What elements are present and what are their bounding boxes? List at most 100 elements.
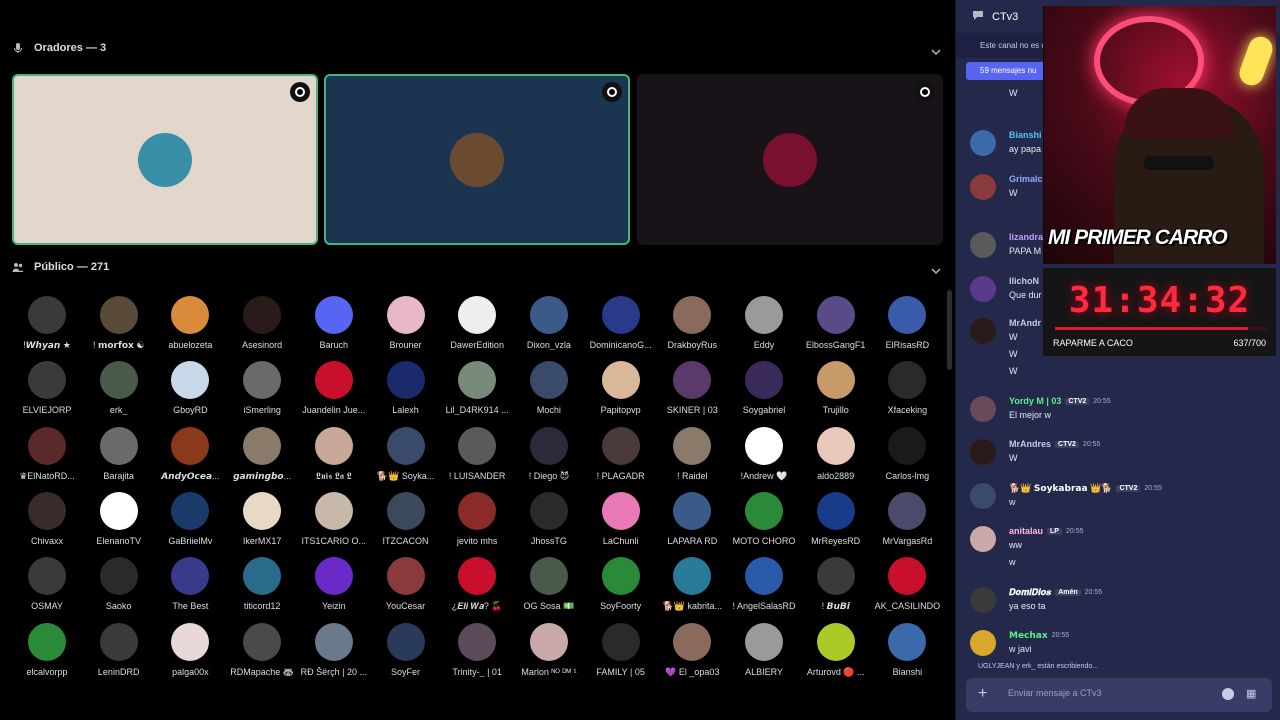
audience-member[interactable]: ! Diego 😈: [513, 426, 585, 482]
audience-member[interactable]: ElenanoTV: [83, 491, 155, 546]
audience-member[interactable]: GboyRD: [154, 361, 226, 415]
audience-member[interactable]: ! Raidel: [656, 426, 728, 481]
audience-member[interactable]: GaBriielMv: [154, 491, 226, 546]
message-author[interactable]: llichoN: [1009, 276, 1039, 286]
audience-member[interactable]: !Andrew 🤍: [728, 426, 800, 482]
audience-member[interactable]: erk_: [83, 361, 155, 415]
audience-member[interactable]: Arturovd 🔴 ...: [800, 622, 872, 678]
message-author[interactable]: lizandra: [1009, 232, 1043, 242]
audience-member[interactable]: aldo2889: [800, 426, 872, 481]
message-author[interactable]: anitalau: [1009, 526, 1043, 536]
audience-member[interactable]: titicord12: [226, 557, 298, 611]
audience-member[interactable]: Bianshi: [871, 622, 943, 677]
audience-member[interactable]: LaChunli: [585, 491, 657, 546]
audience-member[interactable]: Barajita: [83, 426, 155, 481]
audience-member[interactable]: Chivaxx: [11, 491, 83, 546]
plus-icon[interactable]: +: [978, 686, 994, 702]
message-author[interactable]: 𝑫𝒐𝒎𝒊𝑫𝒊𝒐𝒔: [1009, 587, 1051, 598]
speaker-tile[interactable]: [637, 74, 943, 245]
speakers-header[interactable]: Oradores — 3: [12, 42, 106, 54]
audience-member[interactable]: Saoko: [83, 557, 155, 611]
audience-member[interactable]: ! 𝘽𝙪𝘽𝙞: [800, 557, 872, 612]
avatar[interactable]: [970, 276, 996, 302]
avatar[interactable]: [970, 318, 996, 344]
audience-member[interactable]: FAMILY | 05: [585, 622, 657, 677]
speaker-tile[interactable]: [324, 74, 630, 245]
audience-member[interactable]: SoyFer: [370, 622, 442, 677]
message-input[interactable]: [1008, 688, 1208, 698]
audience-member[interactable]: ¿𝑬𝒍𝒊 𝑾𝒂? 🍒: [441, 557, 513, 612]
audience-member[interactable]: LAPARA RD: [656, 491, 728, 546]
audience-member[interactable]: ELVIEJORP: [11, 361, 83, 415]
audience-member[interactable]: ITS1CARIO O...: [298, 491, 370, 546]
audience-header[interactable]: Público — 271: [12, 261, 109, 273]
audience-member[interactable]: ElbossGangF1: [800, 296, 872, 350]
message-author[interactable]: Grimalc: [1009, 174, 1043, 184]
avatar[interactable]: [970, 483, 996, 509]
audience-member[interactable]: 🐕👑 Soyka...: [370, 426, 442, 482]
avatar[interactable]: [970, 630, 996, 656]
audience-member[interactable]: DawerEdition: [441, 296, 513, 350]
audience-member[interactable]: RDMapache 🦝: [226, 622, 298, 678]
message-author[interactable]: MrAndr: [1009, 318, 1041, 328]
audience-member[interactable]: 𝘼𝙣𝙙𝙮𝙊𝙘𝙚𝙖...: [154, 426, 226, 482]
apps-icon[interactable]: ▦: [1246, 688, 1258, 700]
audience-member[interactable]: Baruch: [298, 296, 370, 350]
message-author[interactable]: Yordy M | 03: [1009, 396, 1061, 406]
message-author[interactable]: 🐕👑 𝗦𝗼𝘆𝗸𝗮𝗯𝗿𝗮𝗮 👑🐕: [1009, 483, 1112, 494]
audience-member[interactable]: Xfaceking: [871, 361, 943, 415]
audience-member[interactable]: 💜 El _opa03: [656, 622, 728, 678]
audience-member[interactable]: palga00x: [154, 622, 226, 677]
audience-member[interactable]: Eddy: [728, 296, 800, 350]
audience-member[interactable]: MrVargasRd: [871, 491, 943, 546]
audience-member[interactable]: !𝙒𝙝𝙮𝙖𝙣 ★: [11, 296, 83, 351]
audience-member[interactable]: elcalvorpp: [11, 622, 83, 677]
avatar[interactable]: [970, 439, 996, 465]
audience-member[interactable]: Yeizin: [298, 557, 370, 611]
audience-member[interactable]: Asesinord: [226, 296, 298, 350]
message-author[interactable]: MrAndres: [1009, 439, 1051, 449]
audience-member[interactable]: Carlos-lmg: [871, 426, 943, 481]
avatar[interactable]: [970, 232, 996, 258]
audience-member[interactable]: LeninDRD: [83, 622, 155, 677]
audience-member[interactable]: DominicanoG...: [585, 296, 657, 350]
audience-member[interactable]: Lalexh: [370, 361, 442, 415]
audience-member[interactable]: RĐ Šërçh | 20 ...: [298, 622, 370, 677]
audience-member[interactable]: Brouner: [370, 296, 442, 350]
avatar[interactable]: [970, 587, 996, 613]
avatar[interactable]: [970, 174, 996, 200]
audience-member[interactable]: ! 𝗺𝗼𝗿𝗳𝗼𝘅 ☯: [83, 296, 155, 351]
audience-member[interactable]: YouCesar: [370, 557, 442, 611]
avatar[interactable]: [970, 396, 996, 422]
audience-member[interactable]: ALBIERY: [728, 622, 800, 677]
audience-member[interactable]: iSmerling: [226, 361, 298, 415]
audience-member[interactable]: AK_CASILINDO: [871, 557, 943, 611]
audience-member[interactable]: SoyFoorty: [585, 557, 657, 611]
audience-member[interactable]: ♛ElNatoRD...: [11, 426, 83, 482]
emoji-icon[interactable]: [1222, 688, 1234, 700]
audience-member[interactable]: Trinity-_ | 01: [441, 622, 513, 677]
audience-member[interactable]: IkerMX17: [226, 491, 298, 546]
chevron-down-icon[interactable]: [931, 44, 941, 56]
audience-member[interactable]: Soygabriel: [728, 361, 800, 415]
audience-member[interactable]: 🐕👑 kabrita...: [656, 557, 728, 612]
audience-member[interactable]: ! PLAGADR: [585, 426, 657, 481]
audience-member[interactable]: Lil_D4RK914 ...: [441, 361, 513, 415]
audience-member[interactable]: MOTO CHORO: [728, 491, 800, 546]
audience-member[interactable]: DrakboyRus: [656, 296, 728, 350]
message-author[interactable]: Bianshi: [1009, 130, 1042, 140]
audience-member[interactable]: Dixon_vzla: [513, 296, 585, 350]
audience-member[interactable]: 𝕷𝖚𝖎𝖘 𝕷𝖆 𝕷: [298, 426, 370, 482]
audience-member[interactable]: Marlon ᴺᴼ ᴰᴹ ¹: [513, 622, 585, 677]
audience-member[interactable]: abuelozeta: [154, 296, 226, 350]
speaker-tile[interactable]: [12, 74, 318, 245]
audience-member[interactable]: ! LUISANDER: [441, 426, 513, 481]
audience-member[interactable]: Juandelin Jue...: [298, 361, 370, 415]
audience-member[interactable]: Mochi: [513, 361, 585, 415]
audience-scrollbar[interactable]: [947, 290, 952, 370]
audience-member[interactable]: Trujillo: [800, 361, 872, 415]
audience-member[interactable]: OSMAY: [11, 557, 83, 611]
audience-member[interactable]: ! AngelSalasRD: [728, 557, 800, 611]
audience-member[interactable]: The Best: [154, 557, 226, 611]
audience-member[interactable]: MrReyesRD: [800, 491, 872, 546]
